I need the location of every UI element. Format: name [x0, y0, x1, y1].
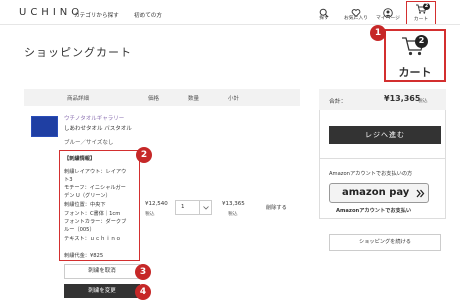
- chevron-down-icon: [203, 206, 209, 210]
- amazon-heading: Amazonアカウントでお支払いの方: [329, 171, 413, 177]
- marker-1: 1: [370, 25, 386, 41]
- embroidery-line: モチーフ：イニシャルガー: [64, 185, 126, 191]
- th-quantity: 数量: [188, 96, 200, 102]
- embroidery-line: ルー（005）: [64, 227, 95, 233]
- th-price: 価格: [148, 96, 160, 102]
- th-subtotal: 小計: [228, 96, 240, 102]
- subtotal: ¥13,365: [222, 201, 245, 207]
- nav-first-time[interactable]: 初めての方: [134, 11, 162, 19]
- amazon-sub: Amazonアカウントでお支払い: [336, 208, 412, 214]
- delete-link[interactable]: 削除する: [266, 204, 287, 211]
- header-search[interactable]: 探す: [311, 3, 337, 23]
- cart-label: カート: [413, 17, 429, 22]
- th-product: 商品詳細: [67, 96, 90, 102]
- page-title: ショッピングカート: [24, 46, 132, 59]
- marker-3: 3: [135, 264, 151, 280]
- total-value: ¥13,365: [384, 94, 421, 103]
- embroidery-line: フォント：C書体｜1cm: [64, 211, 121, 217]
- total-label: 合計：: [329, 99, 347, 105]
- product-variant: ブルー／サイズなし: [64, 140, 114, 146]
- embroidery-line: 刺繍位置：中央下: [64, 202, 106, 208]
- change-embroidery-button[interactable]: 刺繍を変更: [64, 284, 140, 298]
- amazon-pay-button[interactable]: amazon pay: [329, 183, 429, 203]
- product-brand[interactable]: ウチノタオルギャラリー: [64, 114, 124, 122]
- product-image[interactable]: [31, 116, 58, 137]
- embroidery-line: ト3: [64, 177, 73, 183]
- checkout-button[interactable]: レジへ進む: [329, 126, 441, 144]
- search-label: 探す: [319, 16, 329, 21]
- table-header: [24, 89, 300, 106]
- product-name[interactable]: しあわせタオル バスタオル: [64, 124, 132, 132]
- embroidery-line: フォントカラー：ダークブ: [64, 219, 127, 225]
- total-tax: 税込: [418, 99, 428, 104]
- cart-callout-badge: 2: [415, 35, 428, 48]
- unit-price-tax: 税込: [145, 212, 155, 217]
- embroidery-line: デン U（グリーン）: [64, 193, 111, 199]
- cancel-embroidery-button[interactable]: 刺繍を取消: [64, 264, 140, 279]
- mypage-label: マイページ: [376, 16, 400, 21]
- marker-2: 2: [136, 147, 152, 163]
- subtotal-tax: 税込: [228, 212, 238, 217]
- summary-divider: [319, 158, 446, 159]
- double-chevron-icon: [416, 189, 425, 198]
- continue-shopping-button[interactable]: ショッピングを続ける: [329, 234, 441, 251]
- nav-category[interactable]: カテゴリから探す: [74, 11, 119, 19]
- favorites-label: お気に入り: [344, 16, 368, 21]
- embroidery-line: 刺繍レイアウト：レイアウ: [64, 169, 127, 175]
- header-mypage[interactable]: マイページ: [375, 3, 401, 23]
- embroidery-fee: 刺繍代金：¥825: [64, 253, 104, 259]
- amazon-pay-logo: amazon pay: [342, 187, 410, 198]
- quantity-value: 1: [181, 204, 185, 210]
- embroidery-title: 【刺繍情報】: [64, 156, 96, 162]
- cart-callout-label: カート: [398, 66, 432, 79]
- quantity-select[interactable]: 1: [175, 200, 212, 215]
- cart-callout: 2 カート: [384, 29, 446, 82]
- cart-badge: 2: [423, 3, 430, 10]
- marker-4: 4: [135, 284, 151, 300]
- header-favorites[interactable]: お気に入り: [343, 3, 369, 23]
- embroidery-line: テキスト：ｕｃｈｉｎｏ: [64, 236, 121, 242]
- header-cart[interactable]: 2 カート: [406, 1, 436, 25]
- quantity-divider: [199, 201, 200, 214]
- header-divider: [0, 24, 460, 25]
- unit-price: ¥12,540: [145, 201, 168, 207]
